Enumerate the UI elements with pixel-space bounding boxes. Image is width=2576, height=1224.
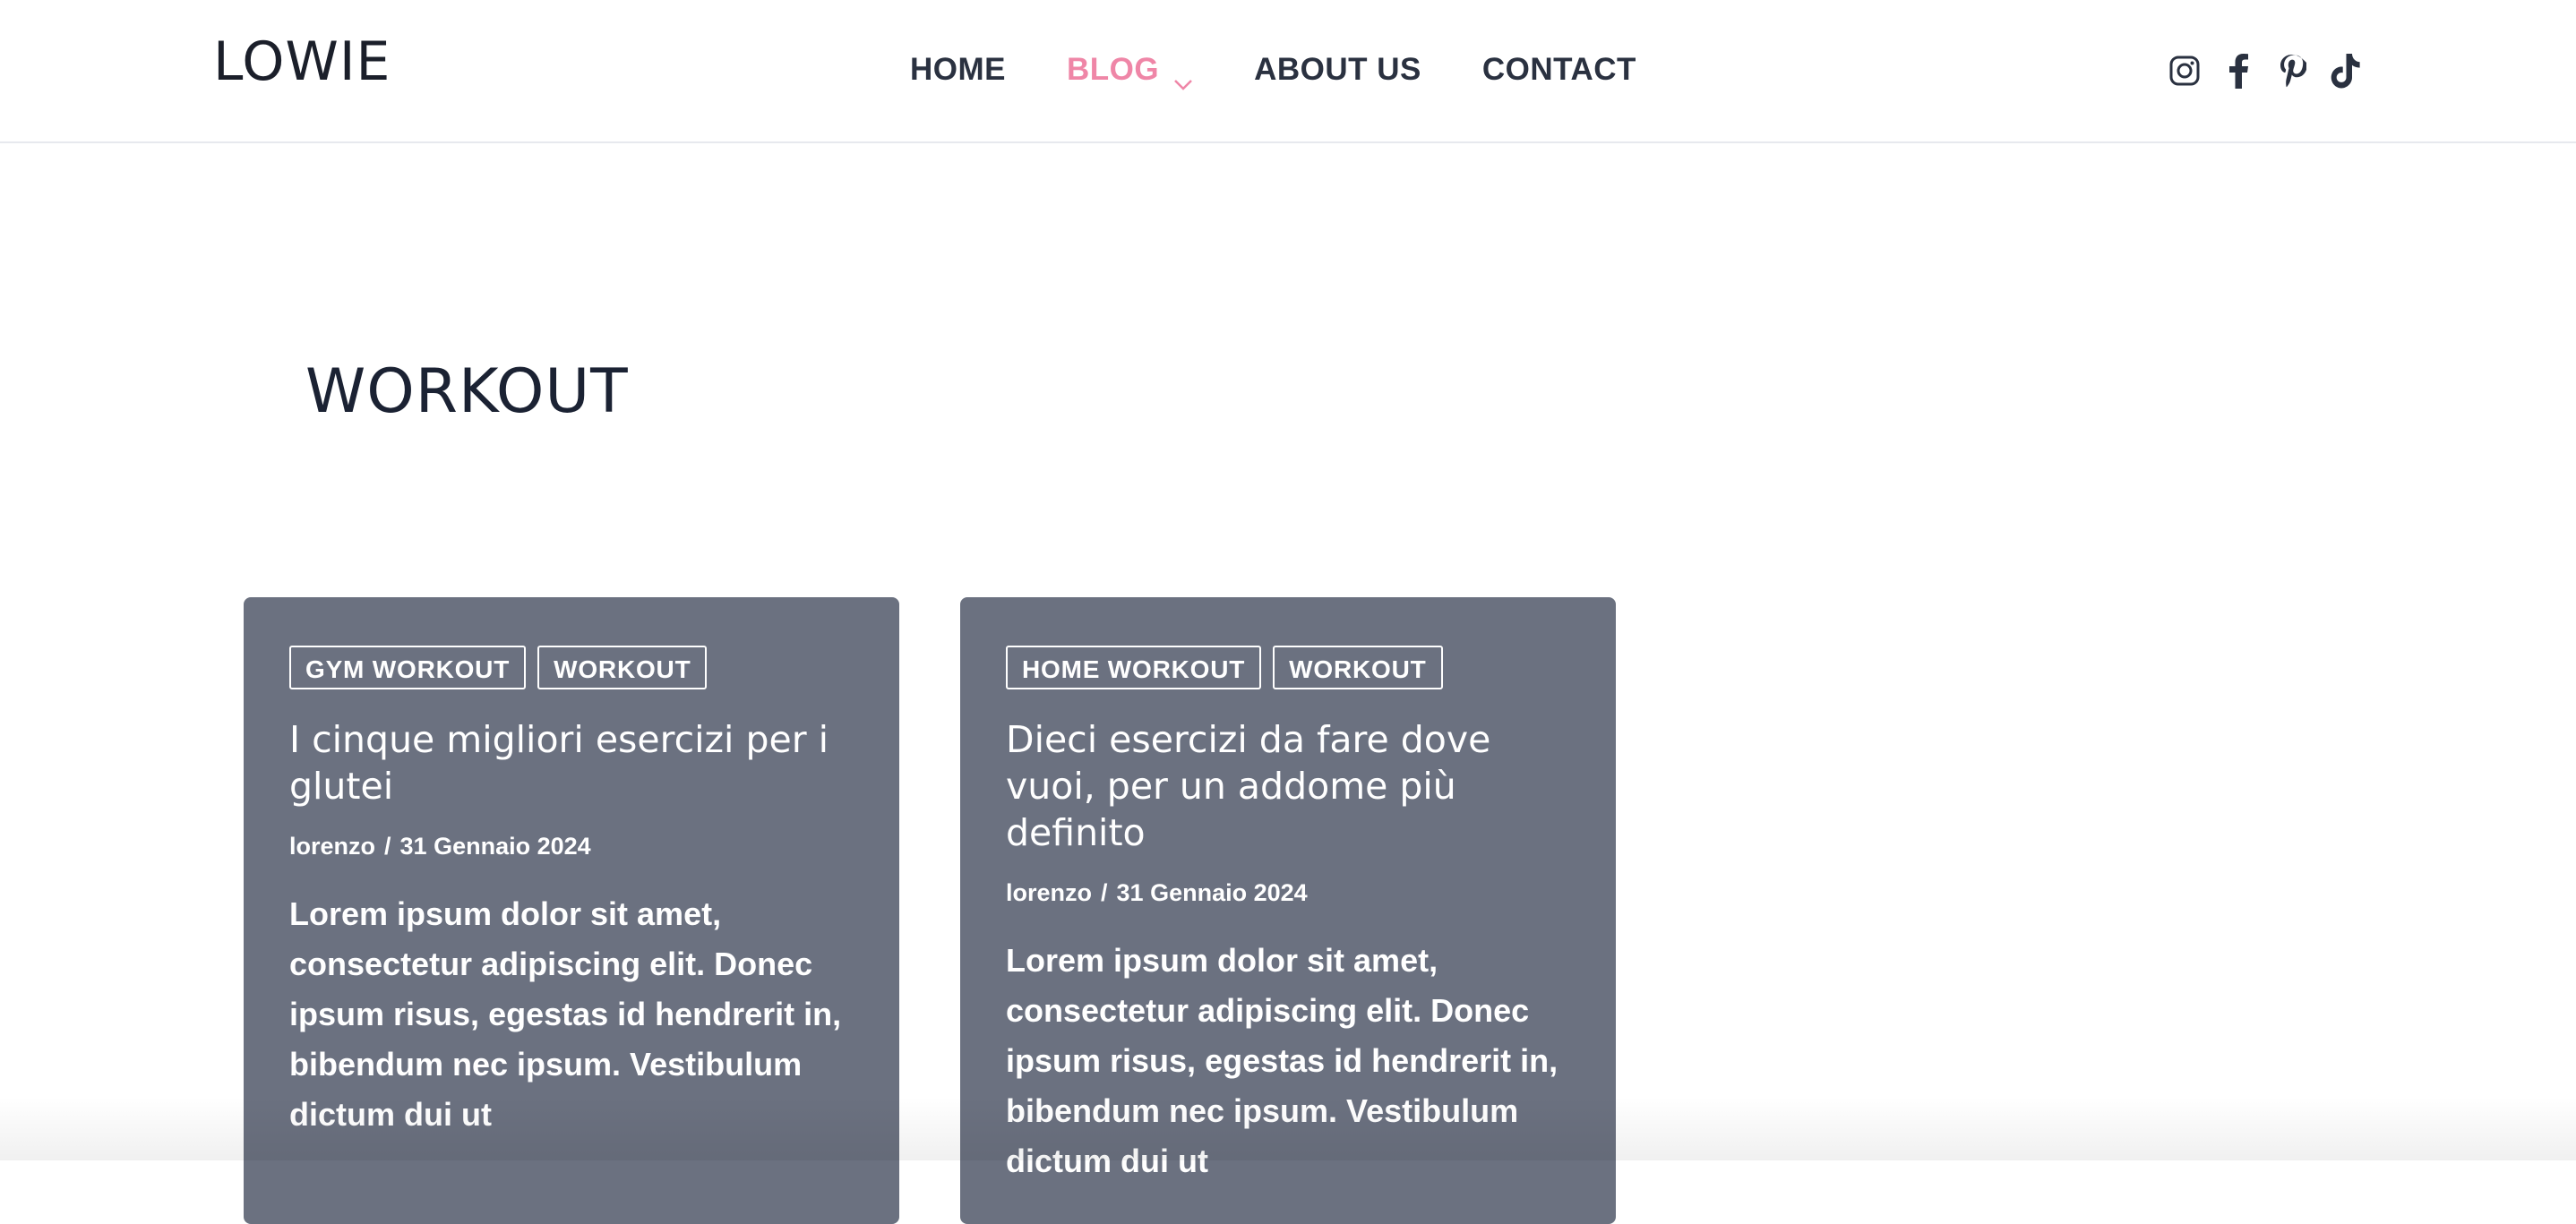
post-card: HOME WORKOUT WORKOUT Dieci esercizi da f… (960, 597, 1616, 1224)
post-excerpt: Lorem ipsum dolor sit amet, consectetur … (289, 895, 842, 1133)
chevron-down-icon[interactable] (1173, 64, 1193, 90)
nav-item-about-us[interactable]: ABOUT US (1254, 52, 1421, 88)
pinterest-icon[interactable] (2273, 52, 2311, 90)
meta-separator: / (1101, 879, 1108, 906)
post-meta: lorenzo / 31 Gennaio 2024 (289, 833, 854, 860)
instagram-icon[interactable] (2166, 52, 2203, 90)
post-title[interactable]: Dieci esercizi da fare dove vuoi, per un… (1006, 716, 1570, 856)
nav-item-home[interactable]: HOME (910, 52, 1006, 88)
nav-item-label: BLOG (1067, 52, 1160, 87)
nav-item-label: HOME (910, 52, 1006, 87)
tag-workout[interactable]: WORKOUT (537, 646, 708, 689)
main-nav: HOME BLOG ABOUT US CONTACT (910, 52, 1636, 90)
nav-item-blog[interactable]: BLOG (1067, 52, 1193, 90)
post-author[interactable]: lorenzo (1006, 879, 1092, 907)
post-tags: HOME WORKOUT WORKOUT (1006, 646, 1570, 689)
post-excerpt: Lorem ipsum dolor sit amet, consectetur … (1006, 942, 1558, 1179)
tag-workout[interactable]: WORKOUT (1273, 646, 1443, 689)
post-card: GYM WORKOUT WORKOUT I cinque migliori es… (244, 597, 899, 1224)
nav-item-label: ABOUT US (1254, 52, 1421, 87)
site-logo[interactable]: LOWIE (213, 35, 391, 89)
tag-home-workout[interactable]: HOME WORKOUT (1006, 646, 1262, 689)
social-links (2166, 52, 2365, 90)
nav-item-label: CONTACT (1481, 52, 1636, 87)
post-tags: GYM WORKOUT WORKOUT (289, 646, 854, 689)
tag-gym-workout[interactable]: GYM WORKOUT (289, 646, 527, 689)
nav-item-contact[interactable]: CONTACT (1482, 52, 1636, 88)
post-author[interactable]: lorenzo (289, 833, 375, 860)
page-title: WORKOUT (305, 356, 629, 427)
post-date: 31 Gennaio 2024 (1116, 879, 1308, 906)
facebook-icon[interactable] (2220, 52, 2257, 90)
post-meta: lorenzo / 31 Gennaio 2024 (1006, 879, 1570, 907)
tiktok-icon[interactable] (2327, 52, 2365, 90)
post-title[interactable]: I cinque migliori esercizi per i glutei (289, 716, 854, 809)
post-date: 31 Gennaio 2024 (399, 833, 591, 860)
meta-separator: / (384, 833, 391, 860)
site-header: LOWIE HOME BLOG ABOUT US CONTACT (0, 0, 2576, 143)
